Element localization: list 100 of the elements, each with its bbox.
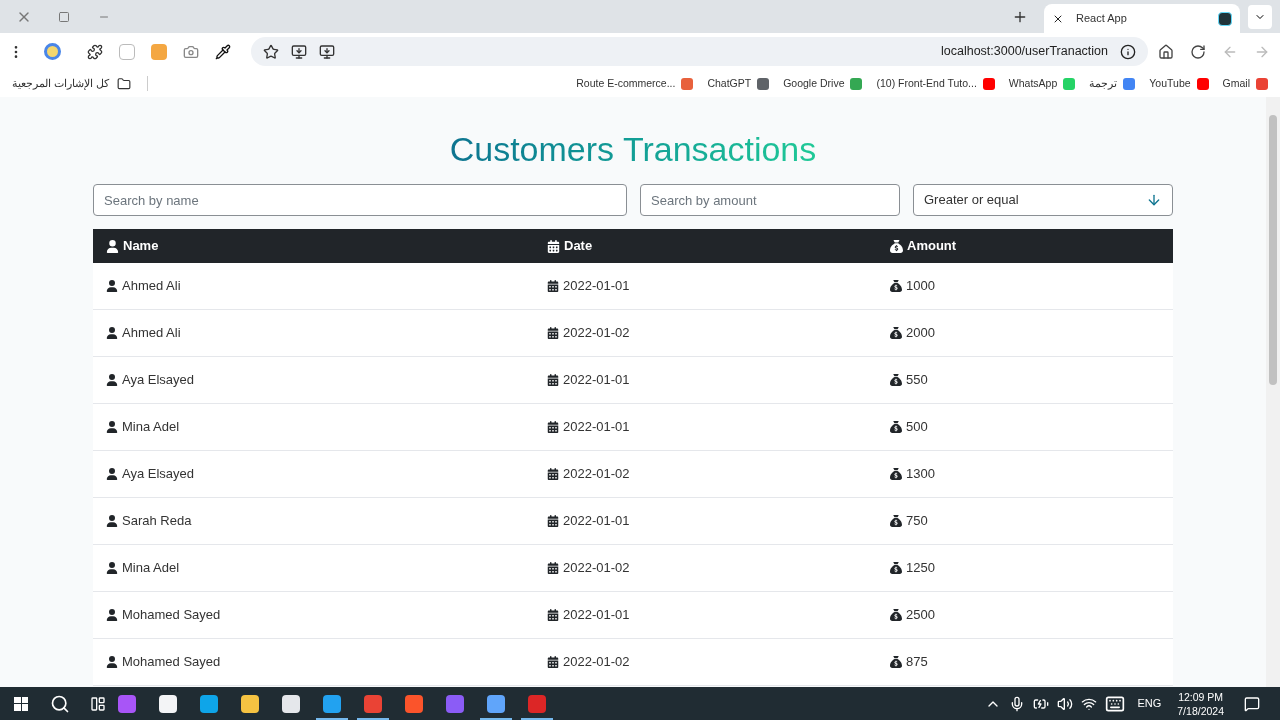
calendar-icon (547, 562, 559, 574)
table-cell: 2022-01-02 (547, 323, 630, 343)
info-icon[interactable] (1120, 43, 1136, 60)
table-cell: 1000 (890, 276, 935, 296)
calendar-icon (547, 374, 559, 386)
app-icon[interactable] (158, 694, 177, 713)
column-header[interactable]: Name (106, 236, 159, 256)
user-icon (106, 515, 118, 527)
user-icon (106, 656, 118, 668)
calendar-icon (547, 656, 559, 668)
user-icon (106, 327, 118, 339)
bookmark[interactable]: ChatGPT (707, 75, 770, 92)
app-icon[interactable] (240, 694, 259, 713)
bookmark[interactable]: (10) Front-End Tuto... (876, 75, 995, 92)
table-cell: 2500 (890, 605, 935, 625)
calendar-icon (547, 515, 559, 527)
table-cell: Ahmed Ali (106, 276, 181, 296)
eyedropper-icon[interactable] (215, 43, 231, 60)
table-cell: 2022-01-01 (547, 370, 630, 390)
browser-tab[interactable]: React App (1044, 4, 1240, 33)
task-view-icon[interactable] (90, 695, 106, 712)
calendar-icon (547, 421, 559, 433)
user-icon (106, 468, 118, 480)
table-cell: Mohamed Sayed (106, 605, 221, 625)
money-bag-icon (890, 239, 903, 253)
camera-icon[interactable] (183, 43, 199, 60)
app-icon[interactable] (199, 694, 218, 713)
running-indicator (315, 718, 348, 720)
table-cell: Mina Adel (106, 417, 180, 437)
table-cell: 2022-01-02 (547, 558, 630, 578)
running-indicator (479, 718, 512, 720)
profile-icon[interactable] (44, 43, 61, 60)
calendar-icon (547, 468, 559, 480)
table-cell: Mohamed Sayed (106, 652, 221, 672)
bookmark[interactable]: WhatsApp (1008, 75, 1076, 92)
table-cell: 2022-01-01 (547, 511, 630, 531)
bookmark[interactable]: ترجمة (1089, 75, 1136, 92)
money-bag-icon (890, 327, 902, 339)
name-search-field[interactable]: Search by name (93, 184, 627, 216)
amount-search-field[interactable]: Search by amount (640, 184, 900, 216)
table-cell: Ahmed Ali (106, 323, 181, 343)
home-icon[interactable] (1158, 43, 1174, 60)
user-icon (106, 609, 118, 621)
puzzle-icon[interactable] (87, 43, 103, 60)
bookmark[interactable]: Gmail (1222, 75, 1268, 92)
user-icon (106, 239, 119, 253)
table-cell: 875 (890, 652, 928, 672)
table-cell: 2022-01-01 (547, 605, 630, 625)
tab-title: React App (1076, 11, 1128, 27)
scrollbar[interactable] (1266, 97, 1280, 687)
user-icon (106, 374, 118, 386)
table-cell: Aya Elsayed (106, 370, 195, 390)
clock[interactable]: 12:09 PM 7/18/2024 (1177, 689, 1224, 718)
address-bar[interactable]: localhost:3000/userTranaction (251, 37, 1148, 66)
user-icon (106, 421, 118, 433)
table-cell: 550 (890, 370, 928, 390)
column-header[interactable]: Date (547, 236, 593, 256)
all-bookmarks-label[interactable]: كل الإشارات المرجعية (12, 75, 109, 92)
calendar-icon (547, 327, 559, 339)
table-cell: 1300 (890, 464, 935, 484)
search-icon[interactable] (50, 693, 70, 714)
filter-dropdown[interactable]: Greater or equal (913, 184, 1173, 216)
calendar-icon (547, 239, 560, 253)
app-icon[interactable] (281, 694, 300, 713)
restore-icon[interactable] (58, 10, 70, 23)
react-favicon-icon (1218, 11, 1232, 26)
money-bag-icon (890, 374, 902, 386)
reload-icon[interactable] (1190, 43, 1206, 60)
notifications-icon[interactable] (1244, 695, 1260, 712)
running-indicator (356, 718, 389, 720)
tab-list-button[interactable] (1248, 4, 1272, 29)
table-cell: 500 (890, 417, 928, 437)
table-cell: 2000 (890, 323, 935, 343)
money-bag-icon (890, 421, 902, 433)
column-header[interactable]: Amount (890, 236, 957, 256)
star-icon[interactable] (263, 43, 279, 60)
windows-icon[interactable] (14, 696, 28, 711)
table-cell: 1250 (890, 558, 935, 578)
speaker-icon[interactable] (1057, 695, 1074, 712)
calendar-icon (547, 280, 559, 292)
money-bag-icon (890, 280, 902, 292)
bookmark[interactable]: Route E-commerce... (576, 75, 694, 92)
money-bag-icon (890, 609, 902, 621)
table-cell: Sarah Reda (106, 511, 192, 531)
running-indicator (520, 718, 553, 720)
table-cell: 2022-01-01 (547, 276, 630, 296)
table-cell: 750 (890, 511, 928, 531)
table-cell: Aya Elsayed (106, 464, 195, 484)
app-icon[interactable] (486, 694, 505, 713)
table-cell: 2022-01-02 (547, 652, 630, 672)
folder-icon[interactable] (116, 76, 131, 91)
user-icon (106, 562, 118, 574)
language-indicator[interactable]: ENG (1137, 695, 1162, 712)
bookmark[interactable]: YouTube (1149, 75, 1209, 92)
bookmark[interactable]: Google Drive (783, 75, 863, 92)
user-icon (106, 280, 118, 292)
money-bag-icon (890, 468, 902, 480)
table-cell: Mina Adel (106, 558, 180, 578)
money-bag-icon (890, 656, 902, 668)
calendar-icon (547, 609, 559, 621)
